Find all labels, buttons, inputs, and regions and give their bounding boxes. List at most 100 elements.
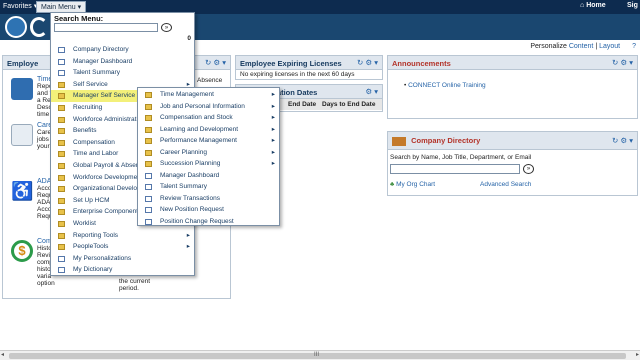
- menu-item-label[interactable]: My Personalizations: [73, 255, 131, 262]
- menu-item[interactable]: Position Change Request: [138, 216, 279, 228]
- menu-item[interactable]: Manager Dashboard: [51, 56, 194, 68]
- menu-item-label[interactable]: Compensation and Stock: [160, 114, 233, 121]
- menu-item[interactable]: My Dictionary: [51, 264, 194, 276]
- advanced-search-link[interactable]: Advanced Search: [480, 181, 531, 188]
- menu-item-label[interactable]: Job and Personal Information: [160, 103, 245, 110]
- home-link[interactable]: ⌂ Home: [580, 2, 606, 9]
- document-icon: [58, 47, 65, 53]
- folder-icon: [58, 221, 65, 227]
- menu-item-label[interactable]: Succession Planning: [160, 160, 220, 167]
- menu-item[interactable]: New Position Request: [138, 204, 279, 216]
- gear-icon[interactable]: ⚙ ▾: [213, 58, 226, 67]
- certification-controls[interactable]: ⚙ ▾: [365, 87, 378, 96]
- menu-item[interactable]: My Personalizations: [51, 253, 194, 265]
- menu-item[interactable]: Job and Personal Information ▸: [138, 101, 279, 113]
- gear-icon[interactable]: ⚙ ▾: [365, 87, 378, 96]
- document-icon: [58, 58, 65, 65]
- menu-item[interactable]: Career Planning ▸: [138, 147, 279, 159]
- gear-icon[interactable]: ⚙ ▾: [365, 58, 378, 67]
- accessibility-icon[interactable]: ♿: [11, 180, 33, 202]
- employee-pagelet-controls[interactable]: ↻ ⚙ ▾: [205, 58, 226, 67]
- career-search-icon[interactable]: [11, 124, 33, 146]
- sign-out-link[interactable]: Sig: [627, 2, 638, 9]
- menu-item-label[interactable]: Position Change Request: [160, 218, 234, 225]
- menu-item[interactable]: Succession Planning ▸: [138, 158, 279, 170]
- refresh-icon[interactable]: ↻: [612, 58, 618, 67]
- menu-item-label[interactable]: Self Service: [73, 81, 108, 88]
- menu-item[interactable]: Talent Summary: [138, 181, 279, 193]
- people-icon: [392, 136, 406, 146]
- refresh-icon[interactable]: ↻: [205, 58, 211, 67]
- menu-item-label[interactable]: New Position Request: [160, 206, 224, 213]
- menu-item-label[interactable]: Benefits: [73, 127, 97, 134]
- org-chart-link[interactable]: My Org Chart: [396, 181, 435, 188]
- menu-item-label[interactable]: Workforce Development: [73, 174, 143, 181]
- org-chart-item[interactable]: ♣ My Org Chart: [390, 181, 435, 188]
- menu-item-label[interactable]: Review Transactions: [160, 195, 220, 202]
- scroll-thumb[interactable]: III: [9, 352, 626, 359]
- menu-item-label[interactable]: Time and Labor: [73, 150, 118, 157]
- menu-item[interactable]: Compensation and Stock ▸: [138, 112, 279, 124]
- menu-item[interactable]: Manager Dashboard: [138, 170, 279, 182]
- time-reporting-icon[interactable]: [11, 78, 33, 100]
- menu-item-label[interactable]: Compensation: [73, 139, 115, 146]
- document-icon: [145, 218, 152, 225]
- directory-search-input[interactable]: [390, 164, 520, 174]
- gear-icon[interactable]: ⚙ ▾: [620, 136, 633, 145]
- announcement-item[interactable]: • CONNECT Online Training: [404, 82, 486, 89]
- scroll-right-arrow-icon[interactable]: ▸: [636, 351, 639, 358]
- personalize-layout-link[interactable]: Layout: [599, 43, 620, 50]
- menu-item-label[interactable]: Company Directory: [73, 46, 129, 53]
- menu-item-label[interactable]: Talent Summary: [73, 69, 120, 76]
- menu-item[interactable]: Time Management ▸: [138, 89, 279, 101]
- menu-item[interactable]: Company Directory: [51, 44, 194, 56]
- gear-icon[interactable]: ⚙ ▾: [620, 58, 633, 67]
- expiring-licenses-title: Employee Expiring Licenses: [240, 59, 342, 68]
- menu-item-label[interactable]: Enterprise Components: [73, 208, 141, 215]
- favorites-menu[interactable]: Favorites ▾: [3, 2, 37, 10]
- folder-icon: [58, 81, 65, 88]
- company-logo-mark-icon: [30, 17, 48, 37]
- refresh-icon[interactable]: ↻: [612, 136, 618, 145]
- menu-item-label[interactable]: Manager Dashboard: [73, 58, 132, 65]
- menu-item-label[interactable]: Performance Management: [160, 137, 237, 144]
- menu-item-label[interactable]: Manager Dashboard: [160, 172, 219, 179]
- menu-item[interactable]: Reporting Tools ▸: [51, 230, 194, 242]
- menu-item[interactable]: Review Transactions: [138, 193, 279, 205]
- menu-item-label[interactable]: Time Management: [160, 91, 214, 98]
- menu-item-label[interactable]: Learning and Development: [160, 126, 238, 133]
- scroll-left-arrow-icon[interactable]: ◂: [1, 351, 4, 358]
- directory-search-button[interactable]: »: [523, 164, 534, 174]
- menu-item-label[interactable]: PeopleTools: [73, 243, 108, 250]
- refresh-icon[interactable]: ↻: [357, 58, 363, 67]
- search-menu-input[interactable]: [54, 23, 158, 32]
- menu-item-label[interactable]: My Dictionary: [73, 266, 112, 273]
- submenu-arrow-icon: ▸: [271, 148, 275, 156]
- menu-item-label[interactable]: Recruiting: [73, 104, 102, 111]
- horizontal-scrollbar[interactable]: ◂ III ▸: [0, 350, 640, 360]
- menu-item-label[interactable]: Talent Summary: [160, 183, 207, 190]
- folder-icon: [145, 138, 152, 144]
- help-link[interactable]: ?: [632, 43, 636, 50]
- menu-item-label[interactable]: Career Planning: [160, 149, 207, 156]
- menu-item-label[interactable]: Set Up HCM: [73, 197, 109, 204]
- dollar-history-icon[interactable]: $: [11, 240, 33, 262]
- menu-item[interactable]: PeopleTools ▸: [51, 241, 194, 253]
- expiring-licenses-controls[interactable]: ↻ ⚙ ▾: [357, 58, 378, 67]
- home-label[interactable]: Home: [586, 2, 605, 9]
- company-directory-header: Company Directory ↻ ⚙ ▾: [388, 132, 637, 150]
- search-menu-go-button[interactable]: »: [161, 23, 172, 32]
- menu-item[interactable]: Learning and Development ▸: [138, 124, 279, 136]
- folder-icon: [145, 126, 152, 133]
- menu-item-label[interactable]: Reporting Tools: [73, 232, 118, 239]
- menu-item-label[interactable]: Workforce Administration: [73, 116, 145, 123]
- company-directory-controls[interactable]: ↻ ⚙ ▾: [612, 136, 633, 145]
- period-note: the current period.: [119, 278, 150, 292]
- personalize-content-link[interactable]: Content: [569, 43, 594, 50]
- menu-item-label[interactable]: Worklist: [73, 220, 96, 227]
- menu-item-label[interactable]: Manager Self Service: [73, 92, 135, 99]
- menu-item[interactable]: Performance Management ▸: [138, 135, 279, 147]
- announcements-controls[interactable]: ↻ ⚙ ▾: [612, 58, 633, 67]
- announcement-link[interactable]: CONNECT Online Training: [408, 82, 486, 89]
- menu-item[interactable]: Talent Summary: [51, 67, 194, 79]
